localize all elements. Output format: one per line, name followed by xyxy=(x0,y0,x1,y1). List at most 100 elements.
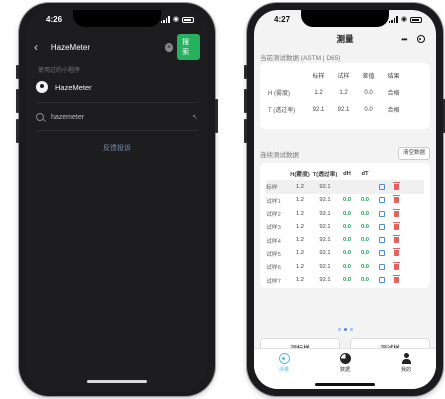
header-cell: 差值 xyxy=(362,74,375,80)
result-badge: 合格 xyxy=(387,91,400,97)
search-input[interactable] xyxy=(46,39,165,55)
tab-label: 测量 xyxy=(278,367,289,373)
clear-input-icon[interactable]: × xyxy=(164,42,174,52)
wifi-icon: ◉ xyxy=(172,16,179,23)
search-suggestion-item[interactable]: hazemeter ↖ xyxy=(36,108,198,126)
search-button[interactable]: 搜索 xyxy=(177,34,200,60)
volume-down-button xyxy=(244,119,247,143)
delete-button[interactable] xyxy=(389,195,404,204)
measure-screen: 4:27 ◉ 测量 ••• 当前测试数据 (ASTM | D65) 标样 试样 xyxy=(254,10,436,389)
delete-button[interactable] xyxy=(389,221,404,230)
recent-miniprogram-name: HazeMeter xyxy=(55,82,92,92)
trash-icon xyxy=(393,221,400,230)
current-data-title: 当前测试数据 (ASTM | D65) xyxy=(260,55,341,62)
dh-cell: 0.0 xyxy=(342,263,352,270)
edit-icon xyxy=(378,197,385,204)
page-dot[interactable] xyxy=(337,328,341,331)
status-time: 4:26 xyxy=(46,15,63,24)
trash-icon xyxy=(393,235,400,244)
divider xyxy=(36,102,198,103)
haze-cell: 1.2 xyxy=(295,197,305,204)
cell: 92.1 xyxy=(337,106,350,113)
history-data-card: H(雾度) T(透过率) dH dT 标样 1.2 92.1 试样1 1.2 92.1 0.… xyxy=(260,163,430,288)
recent-miniprogram-item[interactable]: HazeMeter xyxy=(36,76,198,98)
edit-button[interactable] xyxy=(374,250,389,257)
cell: 0.0 xyxy=(364,106,373,113)
edit-button[interactable] xyxy=(374,263,389,270)
delete-button[interactable] xyxy=(389,261,404,270)
edit-icon xyxy=(378,210,385,217)
row-label: 试样1 xyxy=(266,198,281,205)
table-row: T (透过率) 92.1 92.1 0.0 合格 xyxy=(268,101,424,118)
home-indicator[interactable] xyxy=(315,383,375,386)
battery-icon xyxy=(410,16,422,23)
transmittance-cell: 92.1 xyxy=(319,237,331,244)
dt-cell: 0.0 xyxy=(360,237,370,244)
delete-button[interactable] xyxy=(389,235,404,244)
row-label: 试样7 xyxy=(266,278,281,285)
tab-measure[interactable]: 测量 xyxy=(264,353,304,373)
edit-icon xyxy=(378,223,385,230)
search-icon xyxy=(36,113,44,121)
sample-row: 试样7 1.2 92.1 0.0 0.0 xyxy=(266,273,424,286)
edit-button[interactable] xyxy=(374,237,389,244)
haze-cell: 1.2 xyxy=(295,250,305,257)
edit-button[interactable] xyxy=(374,183,389,190)
dt-cell: 0.0 xyxy=(360,250,370,257)
edit-button[interactable] xyxy=(374,197,389,204)
haze-cell: 1.2 xyxy=(295,277,305,284)
result-badge: 合格 xyxy=(387,108,400,114)
trash-icon xyxy=(393,195,400,204)
header-cell: 结果 xyxy=(387,74,400,80)
tab-me[interactable]: 我的 xyxy=(386,353,426,373)
delete-button[interactable] xyxy=(389,275,404,284)
dh-cell: 0.0 xyxy=(342,237,352,244)
volume-up-button xyxy=(16,89,19,113)
row-label: 试样3 xyxy=(266,225,281,232)
edit-icon xyxy=(378,250,385,257)
header-cell: dH xyxy=(343,170,351,177)
dh-cell: 0.0 xyxy=(342,197,352,204)
header-cell: 试样 xyxy=(337,74,350,80)
page-indicator xyxy=(254,328,436,331)
edit-icon xyxy=(378,263,385,270)
page-dot-active[interactable] xyxy=(343,328,347,331)
delete-button[interactable] xyxy=(389,208,404,217)
home-indicator[interactable] xyxy=(87,380,147,383)
sample-row: 试样4 1.2 92.1 0.0 0.0 xyxy=(266,233,424,246)
edit-icon xyxy=(378,277,385,284)
standard-row: 标样 1.2 92.1 xyxy=(266,180,424,194)
trash-icon xyxy=(393,181,400,190)
notch xyxy=(301,10,389,27)
transmittance-cell: 92.1 xyxy=(319,277,331,284)
back-arrow-icon[interactable]: ‹ xyxy=(34,40,47,54)
history-data-title: 连续测试数据 xyxy=(260,152,299,159)
dh-cell: 0.0 xyxy=(342,223,352,230)
close-miniprogram-icon[interactable] xyxy=(416,35,425,43)
more-icon[interactable]: ••• xyxy=(401,35,407,44)
status-time: 4:27 xyxy=(274,15,291,24)
volume-down-button xyxy=(16,119,19,143)
right-phone-frame: 4:27 ◉ 测量 ••• 当前测试数据 (ASTM | D65) 标样 试样 xyxy=(244,3,445,396)
edit-button[interactable] xyxy=(374,223,389,230)
delete-button[interactable] xyxy=(389,181,404,190)
sample-row: 试样6 1.2 92.1 0.0 0.0 xyxy=(266,260,424,273)
edit-button[interactable] xyxy=(374,277,389,284)
dt-cell: 0.0 xyxy=(360,277,370,284)
fill-arrow-icon[interactable]: ↖ xyxy=(192,113,198,121)
dt-cell: 0.0 xyxy=(360,197,370,204)
table-header-row: 标样 试样 差值 结果 xyxy=(268,67,424,84)
suggestion-text: hazemeter xyxy=(51,113,85,121)
tab-data[interactable]: 数据 xyxy=(325,353,365,373)
trash-icon xyxy=(393,275,400,284)
clear-data-button[interactable]: 清空数据 xyxy=(397,147,430,160)
row-label: 试样5 xyxy=(266,251,281,258)
nav-bar: 测量 ••• xyxy=(254,29,436,49)
feedback-link[interactable]: 反馈投诉 xyxy=(26,143,208,153)
measure-icon xyxy=(278,353,290,364)
trash-icon xyxy=(393,248,400,257)
page-dot[interactable] xyxy=(349,328,353,331)
delete-button[interactable] xyxy=(389,248,404,257)
edit-button[interactable] xyxy=(374,210,389,217)
divider xyxy=(36,130,198,131)
